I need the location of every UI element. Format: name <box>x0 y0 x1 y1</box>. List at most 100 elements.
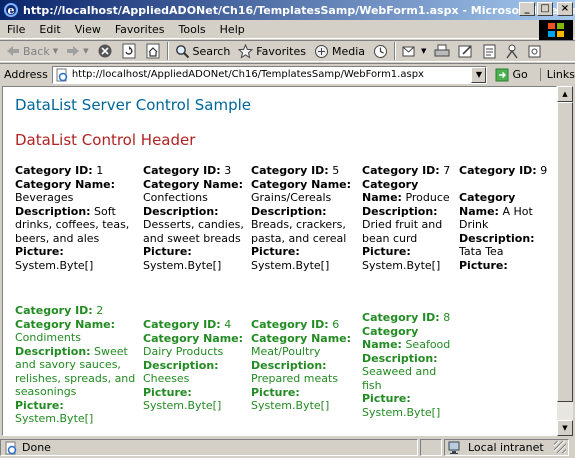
category-name-label: Category Name: <box>251 331 352 345</box>
picture-label: Picture: <box>15 398 64 412</box>
search-button[interactable]: Search <box>171 41 235 61</box>
picture-label: Picture: <box>459 258 508 272</box>
forward-button[interactable]: ▼ <box>62 41 92 61</box>
scroll-down-arrow-icon[interactable]: ▼ <box>557 420 573 436</box>
search-icon <box>175 44 189 58</box>
datalist-item: Category ID: 3 Category Name: Confection… <box>143 164 248 272</box>
datalist-alternating-item: Category ID: 8 Category Name: Seafood De… <box>362 311 454 419</box>
page-icon <box>56 68 68 81</box>
description-label: Description: <box>15 204 91 218</box>
category-id-value: 8 <box>443 311 451 324</box>
home-button[interactable] <box>141 41 165 61</box>
description-label: Description: <box>362 351 438 365</box>
links-button[interactable]: Links <box>539 68 575 81</box>
back-dropdown-icon: ▼ <box>52 47 59 55</box>
menu-edit[interactable]: Edit <box>32 23 67 36</box>
minimize-button[interactable]: _ <box>519 2 535 16</box>
picture-label: Picture: <box>143 245 192 258</box>
forward-dropdown-icon: ▼ <box>83 47 89 55</box>
menu-bar: File Edit View Favorites Tools Help <box>0 20 575 39</box>
category-id-label: Category ID: <box>459 164 537 177</box>
picture-label: Picture: <box>143 385 192 399</box>
category-name-value: Meat/Poultry <box>251 345 321 358</box>
print-button[interactable] <box>430 41 454 61</box>
datalist-alternating-item: Category ID: 4 Category Name: Dairy Prod… <box>143 318 248 413</box>
picture-label: Picture: <box>362 392 411 405</box>
menu-view[interactable]: View <box>68 23 108 36</box>
datalist-alternating-item: Category ID: 6 Category Name: Meat/Poult… <box>251 318 359 413</box>
close-button[interactable]: × <box>557 2 573 16</box>
datalist-item: Category ID: 9 Category Name: A Hot Drin… <box>459 164 551 272</box>
resize-grip[interactable] <box>554 441 566 453</box>
vertical-scrollbar[interactable]: ▲ ▼ <box>557 86 573 436</box>
category-id-value: 7 <box>443 164 451 177</box>
description-label: Description: <box>15 344 91 358</box>
address-url: http://localhost/AppliedADONet/Ch16/Temp… <box>71 69 424 80</box>
messenger-icon <box>506 44 519 58</box>
picture-value: System.Byte[] <box>251 258 330 272</box>
category-id-label: Category ID: <box>143 318 221 331</box>
messenger-button[interactable] <box>501 41 523 61</box>
description-value: Desserts, candies, and sweet breads <box>143 218 244 245</box>
category-name-label: Category Name: <box>15 317 116 331</box>
back-arrow-icon <box>7 46 19 56</box>
status-text-pane: Done <box>0 439 418 456</box>
menu-help[interactable]: Help <box>213 23 252 36</box>
description-label: Description: <box>251 358 327 372</box>
description-label: Description: <box>459 231 535 245</box>
mail-icon <box>402 46 415 57</box>
back-button[interactable]: Back ▼ <box>2 41 62 61</box>
category-id-value: 4 <box>224 318 232 331</box>
description-value: Cheeses <box>143 372 190 385</box>
picture-value: System.Byte[] <box>15 258 94 272</box>
datalist-alternating-item: Category ID: 2 Category Name: Condiments… <box>15 304 140 426</box>
category-id-value: 6 <box>332 318 340 331</box>
research-icon <box>528 45 541 57</box>
scrollbar-thumb[interactable] <box>557 102 573 402</box>
toolbar-separator <box>394 42 397 60</box>
research-button[interactable] <box>523 41 546 61</box>
mail-button[interactable]: ▼ <box>398 41 430 61</box>
menu-favorites[interactable]: Favorites <box>108 23 172 36</box>
stop-button[interactable] <box>93 41 117 61</box>
status-bar: Done Local intranet <box>0 437 575 458</box>
history-button[interactable] <box>369 41 392 61</box>
category-name-value: Confections <box>143 191 208 204</box>
discuss-button[interactable] <box>478 41 501 61</box>
menu-tools[interactable]: Tools <box>172 23 213 36</box>
category-name-value: Beverages <box>15 191 74 204</box>
address-input[interactable]: http://localhost/AppliedADONet/Ch16/Temp… <box>51 65 488 84</box>
description-label: Description: <box>251 204 327 218</box>
edit-button[interactable] <box>454 41 478 61</box>
go-button[interactable]: Go <box>495 68 528 82</box>
picture-value: System.Byte[] <box>362 258 441 272</box>
category-id-label: Category ID: <box>15 304 93 317</box>
refresh-button[interactable] <box>117 41 141 61</box>
category-id-value: 2 <box>96 304 104 317</box>
datalist-header: DataList Control Header <box>15 131 196 149</box>
media-button[interactable]: Media <box>310 41 369 61</box>
status-pane <box>420 439 442 456</box>
description-value: Dried fruit and bean curd <box>362 218 443 245</box>
favorites-button[interactable]: Favorites <box>234 41 310 61</box>
category-id-label: Category ID: <box>251 164 329 177</box>
picture-value: System.Byte[] <box>143 258 222 272</box>
maximize-button[interactable]: □ <box>537 2 553 16</box>
description-label: Description: <box>362 204 438 218</box>
menu-file[interactable]: File <box>0 23 32 36</box>
address-dropdown-icon[interactable]: ▼ <box>471 66 487 83</box>
media-label: Media <box>332 44 366 58</box>
category-id-label: Category ID: <box>362 164 440 177</box>
windows-logo-icon <box>539 20 573 40</box>
category-name-value: Grains/Cereals <box>251 191 332 204</box>
picture-label: Picture: <box>15 245 64 258</box>
picture-label: Picture: <box>362 245 411 258</box>
address-label: Address <box>4 68 48 81</box>
media-icon <box>315 44 328 58</box>
category-id-value: 5 <box>332 164 340 177</box>
picture-value: System.Byte[] <box>362 405 441 419</box>
mail-dropdown-icon: ▼ <box>421 47 427 55</box>
scroll-up-arrow-icon[interactable]: ▲ <box>557 86 573 102</box>
svg-text:e: e <box>8 4 15 17</box>
category-id-label: Category ID: <box>143 164 221 177</box>
